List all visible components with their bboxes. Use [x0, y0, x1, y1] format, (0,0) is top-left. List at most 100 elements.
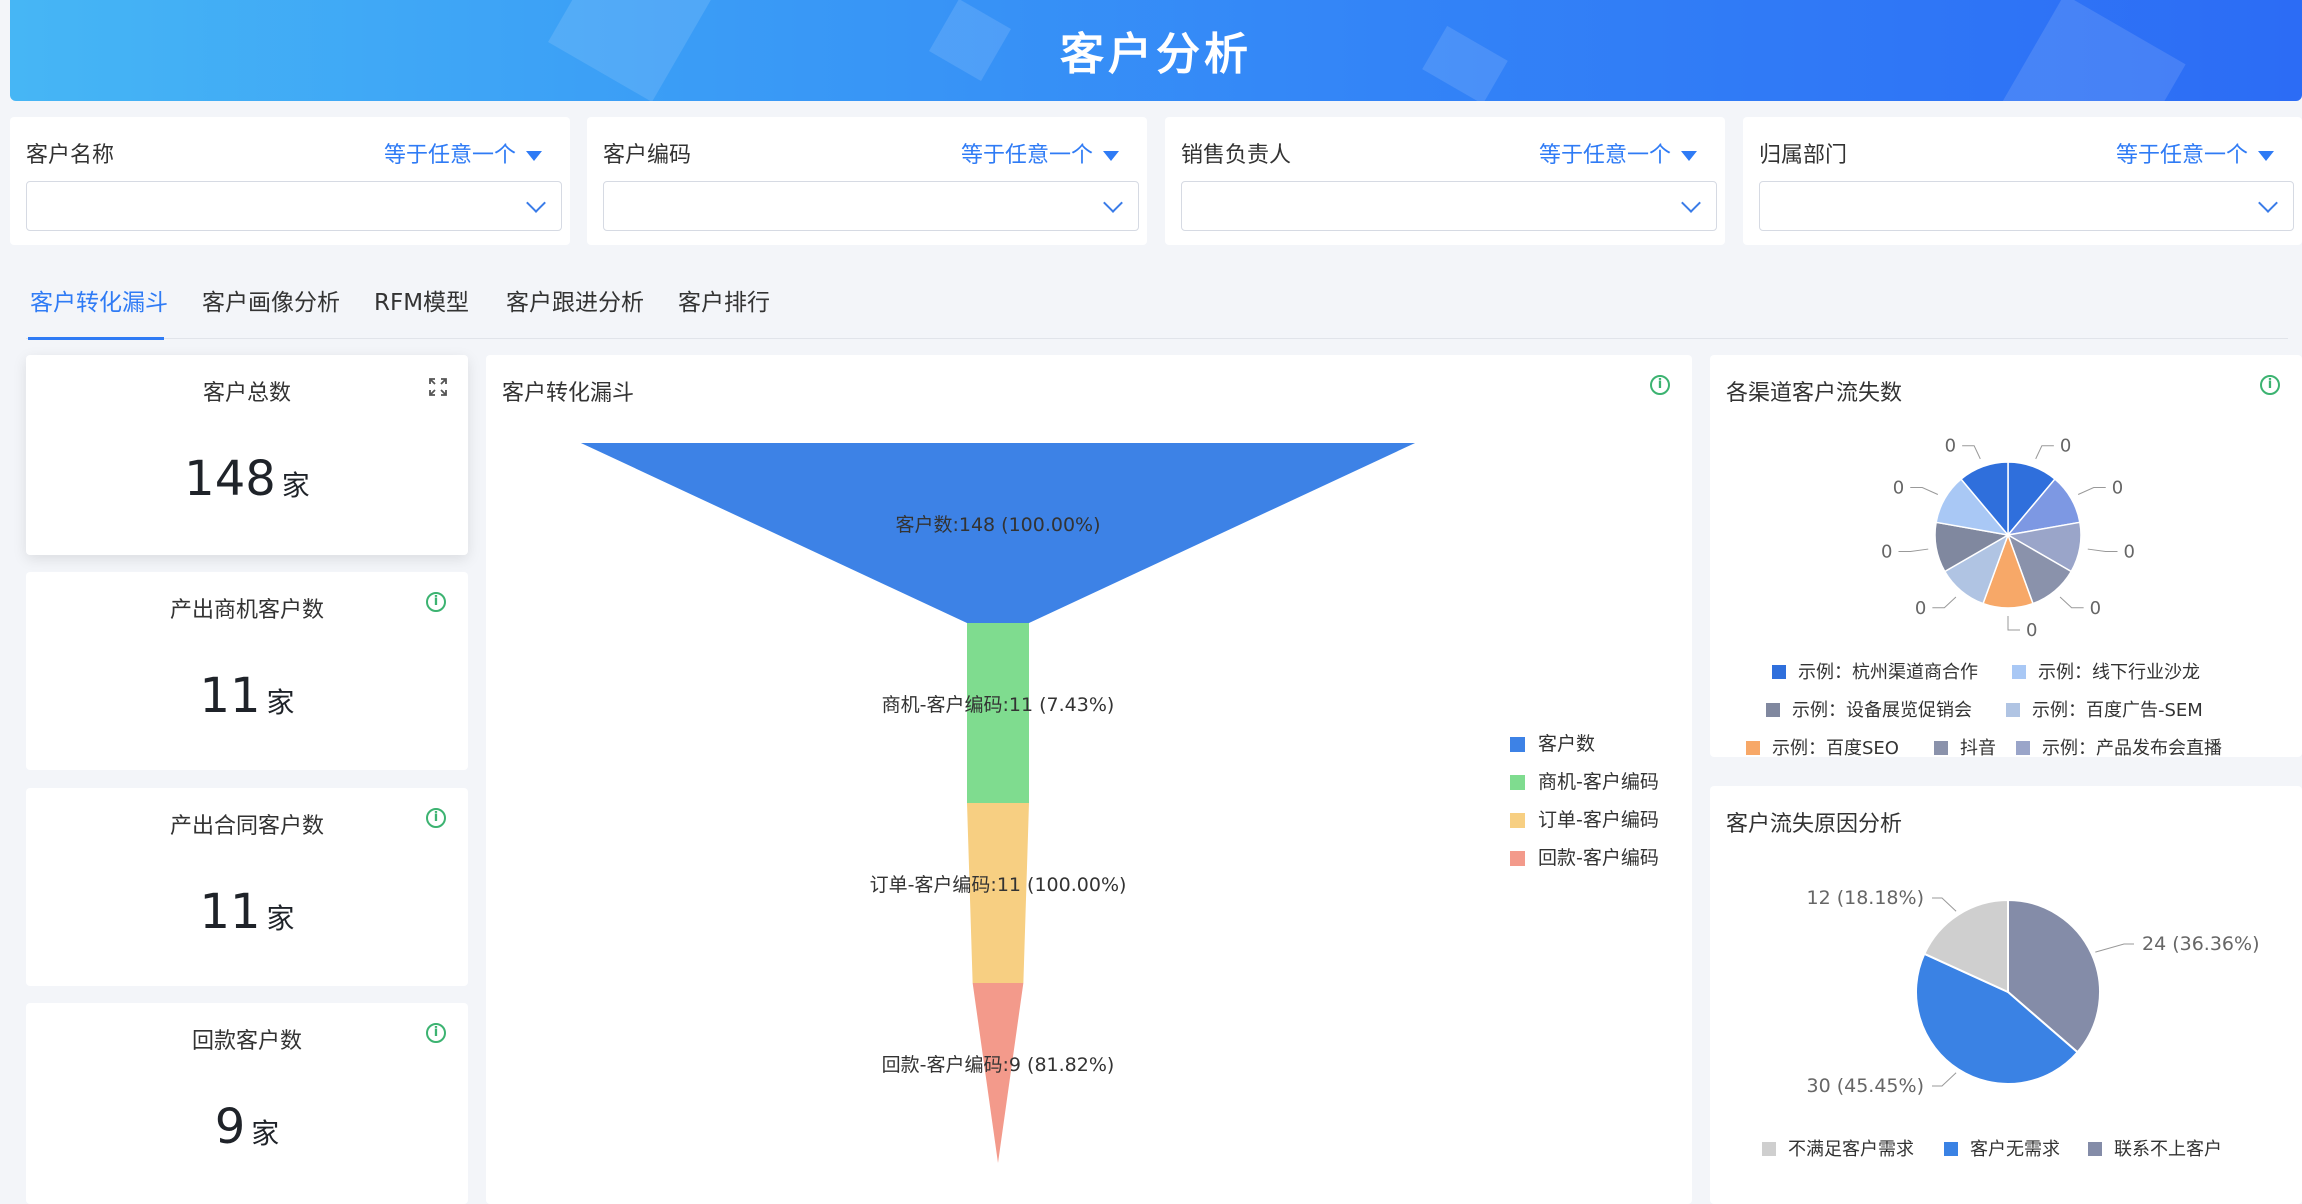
pie-leader-line [1962, 445, 1981, 460]
kpi-title: 产出合同客户数 [169, 814, 324, 839]
funnel-label: 商机-客户编码:11 (7.43%) [882, 694, 1115, 716]
pie-leader-line [1898, 548, 1929, 552]
legend-swatch [2016, 741, 2030, 755]
expand-icon[interactable] [428, 377, 448, 397]
pie-slice-label: 30 (45.45%) [1807, 1075, 1925, 1097]
chevron-down-icon [1103, 193, 1123, 213]
loss-reason-panel: 客户流失原因分析 24 (36.36%) 30 (45.45%) 12 (18.18… [1710, 786, 2302, 1204]
legend-swatch [1746, 741, 1760, 755]
pie-slice-label: 0 [2060, 436, 2071, 457]
pie-leader-line [1910, 487, 1939, 495]
chevron-down-icon [1681, 193, 1701, 213]
legend-swatch [1944, 1142, 1958, 1156]
filter-value-select[interactable] [1759, 181, 2294, 231]
filter-operator-dropdown[interactable]: 等于任意一个 [961, 137, 1119, 169]
kpi-card-payment-customers: 回款客户数 i 9家 [26, 1003, 468, 1204]
tab-follow-up-analysis[interactable]: 客户跟进分析 [506, 283, 644, 317]
legend-label: 示例：产品发布会直播 [2042, 738, 2222, 757]
legend-swatch [1510, 737, 1525, 752]
tab-conversion-funnel[interactable]: 客户转化漏斗 [30, 283, 168, 317]
funnel-chart: 客户数:148 (100.00%) 商机-客户编码:11 (7.43%) 订单-客户… [580, 443, 1659, 1163]
pie-leader-line [2007, 616, 2020, 631]
pie-slice-label: 0 [1881, 541, 1892, 562]
funnel-label: 客户数:148 (100.00%) [895, 514, 1100, 536]
legend-swatch [2012, 665, 2026, 679]
filter-operator-dropdown[interactable]: 等于任意一个 [2116, 137, 2274, 169]
kpi-value: 11 家 [199, 668, 295, 724]
caret-down-icon [2258, 151, 2274, 161]
kpi-card-contract-customers: 产出合同客户数 i 11 家 [26, 788, 468, 986]
filter-customer-code: 客户编码 等于任意一个 [587, 117, 1147, 245]
legend-label: 示例：百度SEO [1772, 738, 1899, 757]
legend-label: 不满足客户需求 [1788, 1139, 1914, 1160]
pie-slice-label: 0 [2123, 541, 2134, 562]
channel-loss-panel: 各渠道客户流失数 i 0 0 0 0 0 0 0 0 0 示例：杭州渠道商合作 示例：线下行业沙龙示… [1710, 355, 2302, 757]
legend-label: 回款-客户编码 [1538, 847, 1659, 869]
legend-label: 客户无需求 [1970, 1139, 2060, 1160]
kpi-title: 回款客户数 [191, 1029, 302, 1054]
legend-label: 示例：设备展览促销会 [1792, 700, 1972, 721]
caret-down-icon [526, 151, 542, 161]
legend-swatch [2006, 703, 2020, 717]
kpi-title: 产出商机客户数 [169, 598, 324, 623]
filter-value-select[interactable] [26, 181, 562, 231]
reason-pie-chart: 24 (36.36%) 30 (45.45%) 12 (18.18%) 不满足客户需求… [1762, 887, 2260, 1160]
filter-customer-name: 客户名称 等于任意一个 [10, 117, 570, 245]
pie-leader-line [1932, 1072, 1957, 1087]
filter-operator-dropdown[interactable]: 等于任意一个 [384, 137, 542, 169]
filter-label: 归属部门 [1759, 143, 1848, 168]
filter-bar: 客户名称 等于任意一个 客户编码 等于任意一个 销售负责人 等于任意一个 归属部… [10, 117, 2302, 245]
filter-value-select[interactable] [603, 181, 1139, 231]
filter-department: 归属部门 等于任意一个 [1743, 117, 2302, 245]
info-icon[interactable]: i [426, 808, 446, 828]
pie-leader-line [2087, 548, 2118, 552]
info-icon[interactable]: i [426, 1023, 446, 1043]
pie-leader-line [1932, 897, 1957, 912]
kpi-value: 148 家 [184, 451, 310, 507]
legend-label: 示例：杭州渠道商合作 [1798, 662, 1978, 683]
chevron-down-icon [526, 193, 546, 213]
info-icon[interactable]: i [426, 592, 446, 612]
filter-label: 客户编码 [603, 143, 692, 168]
caret-down-icon [1681, 151, 1697, 161]
pie-leader-line [2077, 487, 2106, 495]
kpi-title: 客户总数 [202, 381, 291, 406]
pie-leader-line [1932, 596, 1957, 609]
legend-label: 示例：百度广告-SEM [2032, 700, 2203, 721]
tab-customer-profile[interactable]: 客户画像分析 [202, 283, 340, 317]
funnel-label: 回款-客户编码:9 (81.82%) [882, 1054, 1115, 1076]
legend-label: 联系不上客户 [2114, 1139, 2222, 1160]
tab-customer-ranking[interactable]: 客户排行 [678, 283, 770, 317]
tab-rfm-model[interactable]: RFM模型 [374, 283, 469, 317]
legend-swatch [1934, 741, 1948, 755]
pie-leader-line [2059, 596, 2084, 609]
pie-slice-label: 0 [2026, 620, 2037, 641]
filter-value-select[interactable] [1181, 181, 1717, 231]
legend-swatch [1510, 813, 1525, 828]
legend-label: 商机-客户编码 [1538, 771, 1659, 793]
pie-slice-label: 24 (36.36%) [2142, 933, 2260, 955]
pie-slice-label: 0 [1893, 478, 1904, 499]
pie-slice-label: 0 [2112, 478, 2123, 499]
pie-slice-label: 12 (18.18%) [1807, 887, 1925, 909]
chevron-down-icon [2258, 193, 2278, 213]
legend-label: 客户数 [1538, 733, 1595, 755]
pie-slice-label: 0 [1915, 598, 1926, 619]
funnel-label: 订单-客户编码:11 (100.00%) [870, 874, 1127, 896]
kpi-value: 9家 [214, 1099, 280, 1155]
kpi-card-opportunity-customers: 产出商机客户数 i 11 家 [26, 572, 468, 770]
caret-down-icon [1103, 151, 1119, 161]
pie-leader-line [2095, 943, 2134, 953]
legend-swatch [2088, 1142, 2102, 1156]
legend-swatch [1766, 703, 1780, 717]
filter-sales-owner: 销售负责人 等于任意一个 [1165, 117, 1725, 245]
tab-bar: 客户转化漏斗 客户画像分析 RFM模型 客户跟进分析 客户排行 [10, 265, 2302, 340]
pie-slice-label: 0 [1945, 436, 1956, 457]
kpi-card-total-customers: 客户总数 148 家 [26, 355, 468, 555]
pie-leader-line [2035, 445, 2054, 460]
filter-label: 客户名称 [26, 143, 115, 168]
legend-swatch [1510, 775, 1525, 790]
active-tab-indicator [28, 337, 164, 340]
filter-operator-dropdown[interactable]: 等于任意一个 [1539, 137, 1697, 169]
filter-label: 销售负责人 [1181, 143, 1292, 168]
